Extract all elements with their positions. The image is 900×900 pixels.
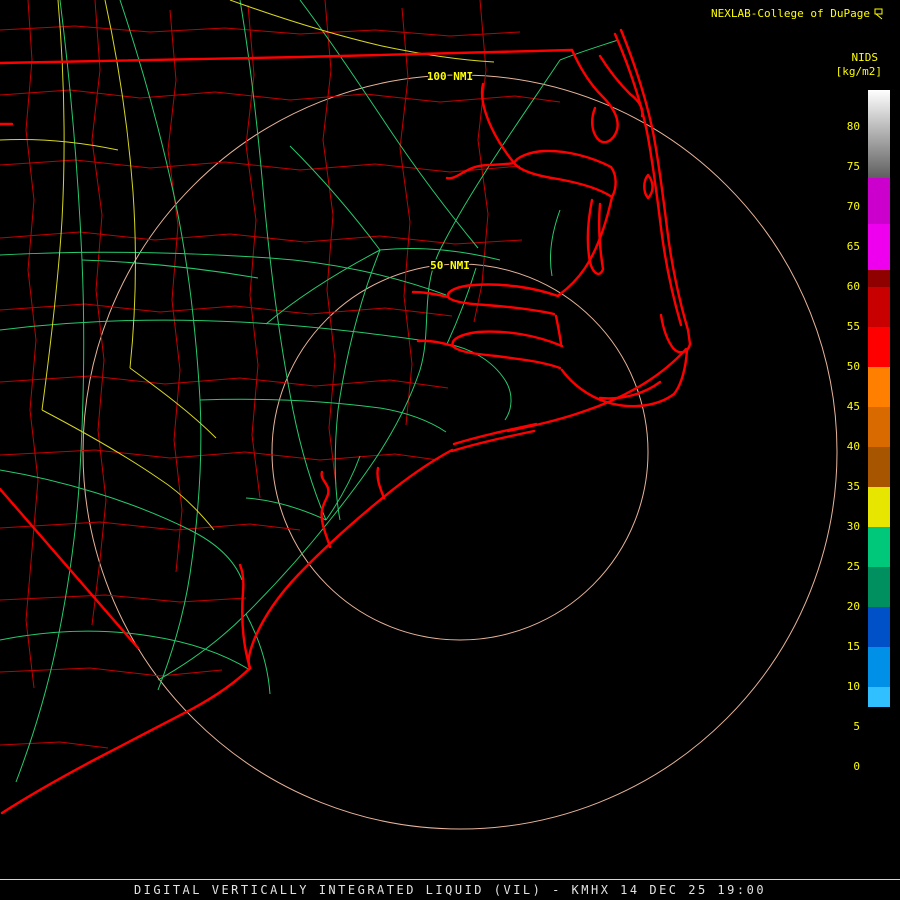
neuse-river bbox=[451, 330, 564, 348]
colorbar-segment bbox=[868, 647, 890, 687]
product-caption: DIGITAL VERTICALLY INTEGRATED LIQUID (VI… bbox=[133, 883, 767, 897]
colorbar-tick-label: 40 bbox=[846, 440, 860, 453]
colorbar-tick-label: 50 bbox=[846, 360, 860, 373]
colorbar-segment bbox=[868, 367, 890, 407]
cape-fear-river bbox=[238, 563, 252, 670]
colorbar-tick-label: 65 bbox=[846, 240, 860, 253]
colorbar-gradient bbox=[868, 90, 890, 790]
albemarle-sound bbox=[512, 149, 617, 199]
colorbar-tick-label: 70 bbox=[846, 200, 860, 213]
colorbar-tick-label: 80 bbox=[846, 120, 860, 133]
footer-divider bbox=[0, 879, 900, 880]
colorbar-segment bbox=[868, 270, 890, 287]
radar-map: 100 NMI 50 NMI bbox=[0, 0, 838, 830]
colorbar-segment bbox=[868, 567, 890, 607]
colorbar-tick-label: 10 bbox=[846, 680, 860, 693]
colorbar-segment bbox=[868, 607, 890, 647]
colorbar-tick-label: 75 bbox=[846, 160, 860, 173]
header-title-row: NEXLAB-College of DuPage bbox=[711, 7, 884, 20]
colorbar-segment bbox=[868, 407, 890, 447]
colorbar-tick-label: 0 bbox=[853, 760, 860, 773]
colorbar-tick-label: 55 bbox=[846, 320, 860, 333]
colorbar-segment bbox=[868, 327, 890, 367]
colorbar-segment bbox=[868, 687, 890, 707]
colorbar-tick-label: 30 bbox=[846, 520, 860, 533]
range-ring-label-100nmi: 100 NMI bbox=[427, 70, 473, 83]
range-ring-label-50nmi: 50 NMI bbox=[430, 259, 470, 272]
pamlico-river bbox=[446, 283, 560, 299]
colorbar-tick-label: 25 bbox=[846, 560, 860, 573]
range-ring-50nmi bbox=[271, 263, 649, 641]
colorbar-segment bbox=[868, 447, 890, 487]
colorbar-segment bbox=[868, 707, 890, 790]
roads-primary bbox=[0, 0, 619, 783]
cod-logo-icon bbox=[874, 8, 883, 19]
colorbar-tick-label: 45 bbox=[846, 400, 860, 413]
colorbar-segment bbox=[868, 287, 890, 327]
colorbar-tick-label: 60 bbox=[846, 280, 860, 293]
roads-highway bbox=[0, 0, 495, 531]
colorbar-tick-label: 15 bbox=[846, 640, 860, 653]
range-ring-100nmi bbox=[82, 74, 838, 830]
colorbar-tick-label: 20 bbox=[846, 600, 860, 613]
colorbar-segment bbox=[868, 224, 890, 270]
colorbar-tick-label: 35 bbox=[846, 480, 860, 493]
radar-display: 100 NMI 50 NMI NEXLAB-College of DuPage … bbox=[0, 0, 900, 900]
range-rings bbox=[82, 74, 838, 830]
colorbar-segment bbox=[868, 178, 890, 224]
product-system-label: NIDS bbox=[851, 51, 879, 64]
colorbar-segment bbox=[868, 527, 890, 567]
colorbar-units-label: [kg/m2] bbox=[835, 65, 882, 78]
page-title: NEXLAB-College of DuPage bbox=[711, 7, 870, 20]
colorbar-ticks: 80 75 70 65 60 55 50 45 40 35 30 25 20 15 10 5 0 bbox=[826, 107, 860, 787]
colorbar-tick-label: 5 bbox=[853, 720, 860, 733]
colorbar-segment bbox=[868, 90, 890, 178]
state-border-nc-sc bbox=[0, 487, 140, 650]
colorbar-segment bbox=[868, 487, 890, 527]
